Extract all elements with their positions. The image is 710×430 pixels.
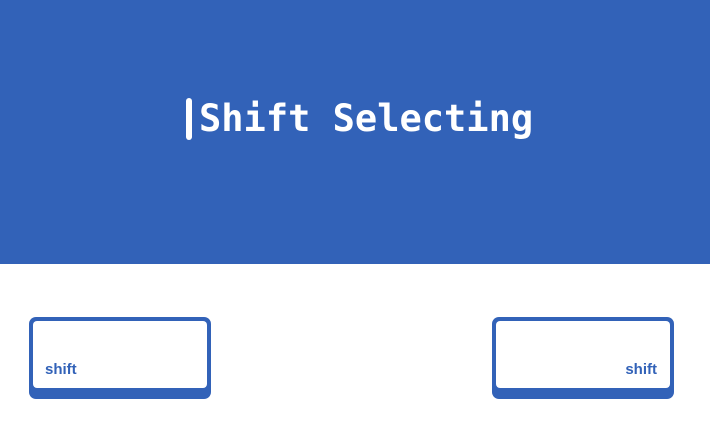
left-shift-key-face: shift — [33, 321, 207, 388]
hero-banner: Shift Selecting — [0, 0, 710, 264]
page: Shift Selecting shift shift — [0, 0, 710, 430]
left-shift-key-label: shift — [45, 361, 77, 378]
text-cursor-icon — [186, 98, 192, 140]
right-shift-key-label: shift — [625, 361, 657, 378]
page-title: Shift Selecting — [199, 97, 534, 140]
left-shift-key[interactable]: shift — [29, 317, 211, 399]
right-shift-key[interactable]: shift — [492, 317, 674, 399]
right-shift-key-face: shift — [496, 321, 670, 388]
